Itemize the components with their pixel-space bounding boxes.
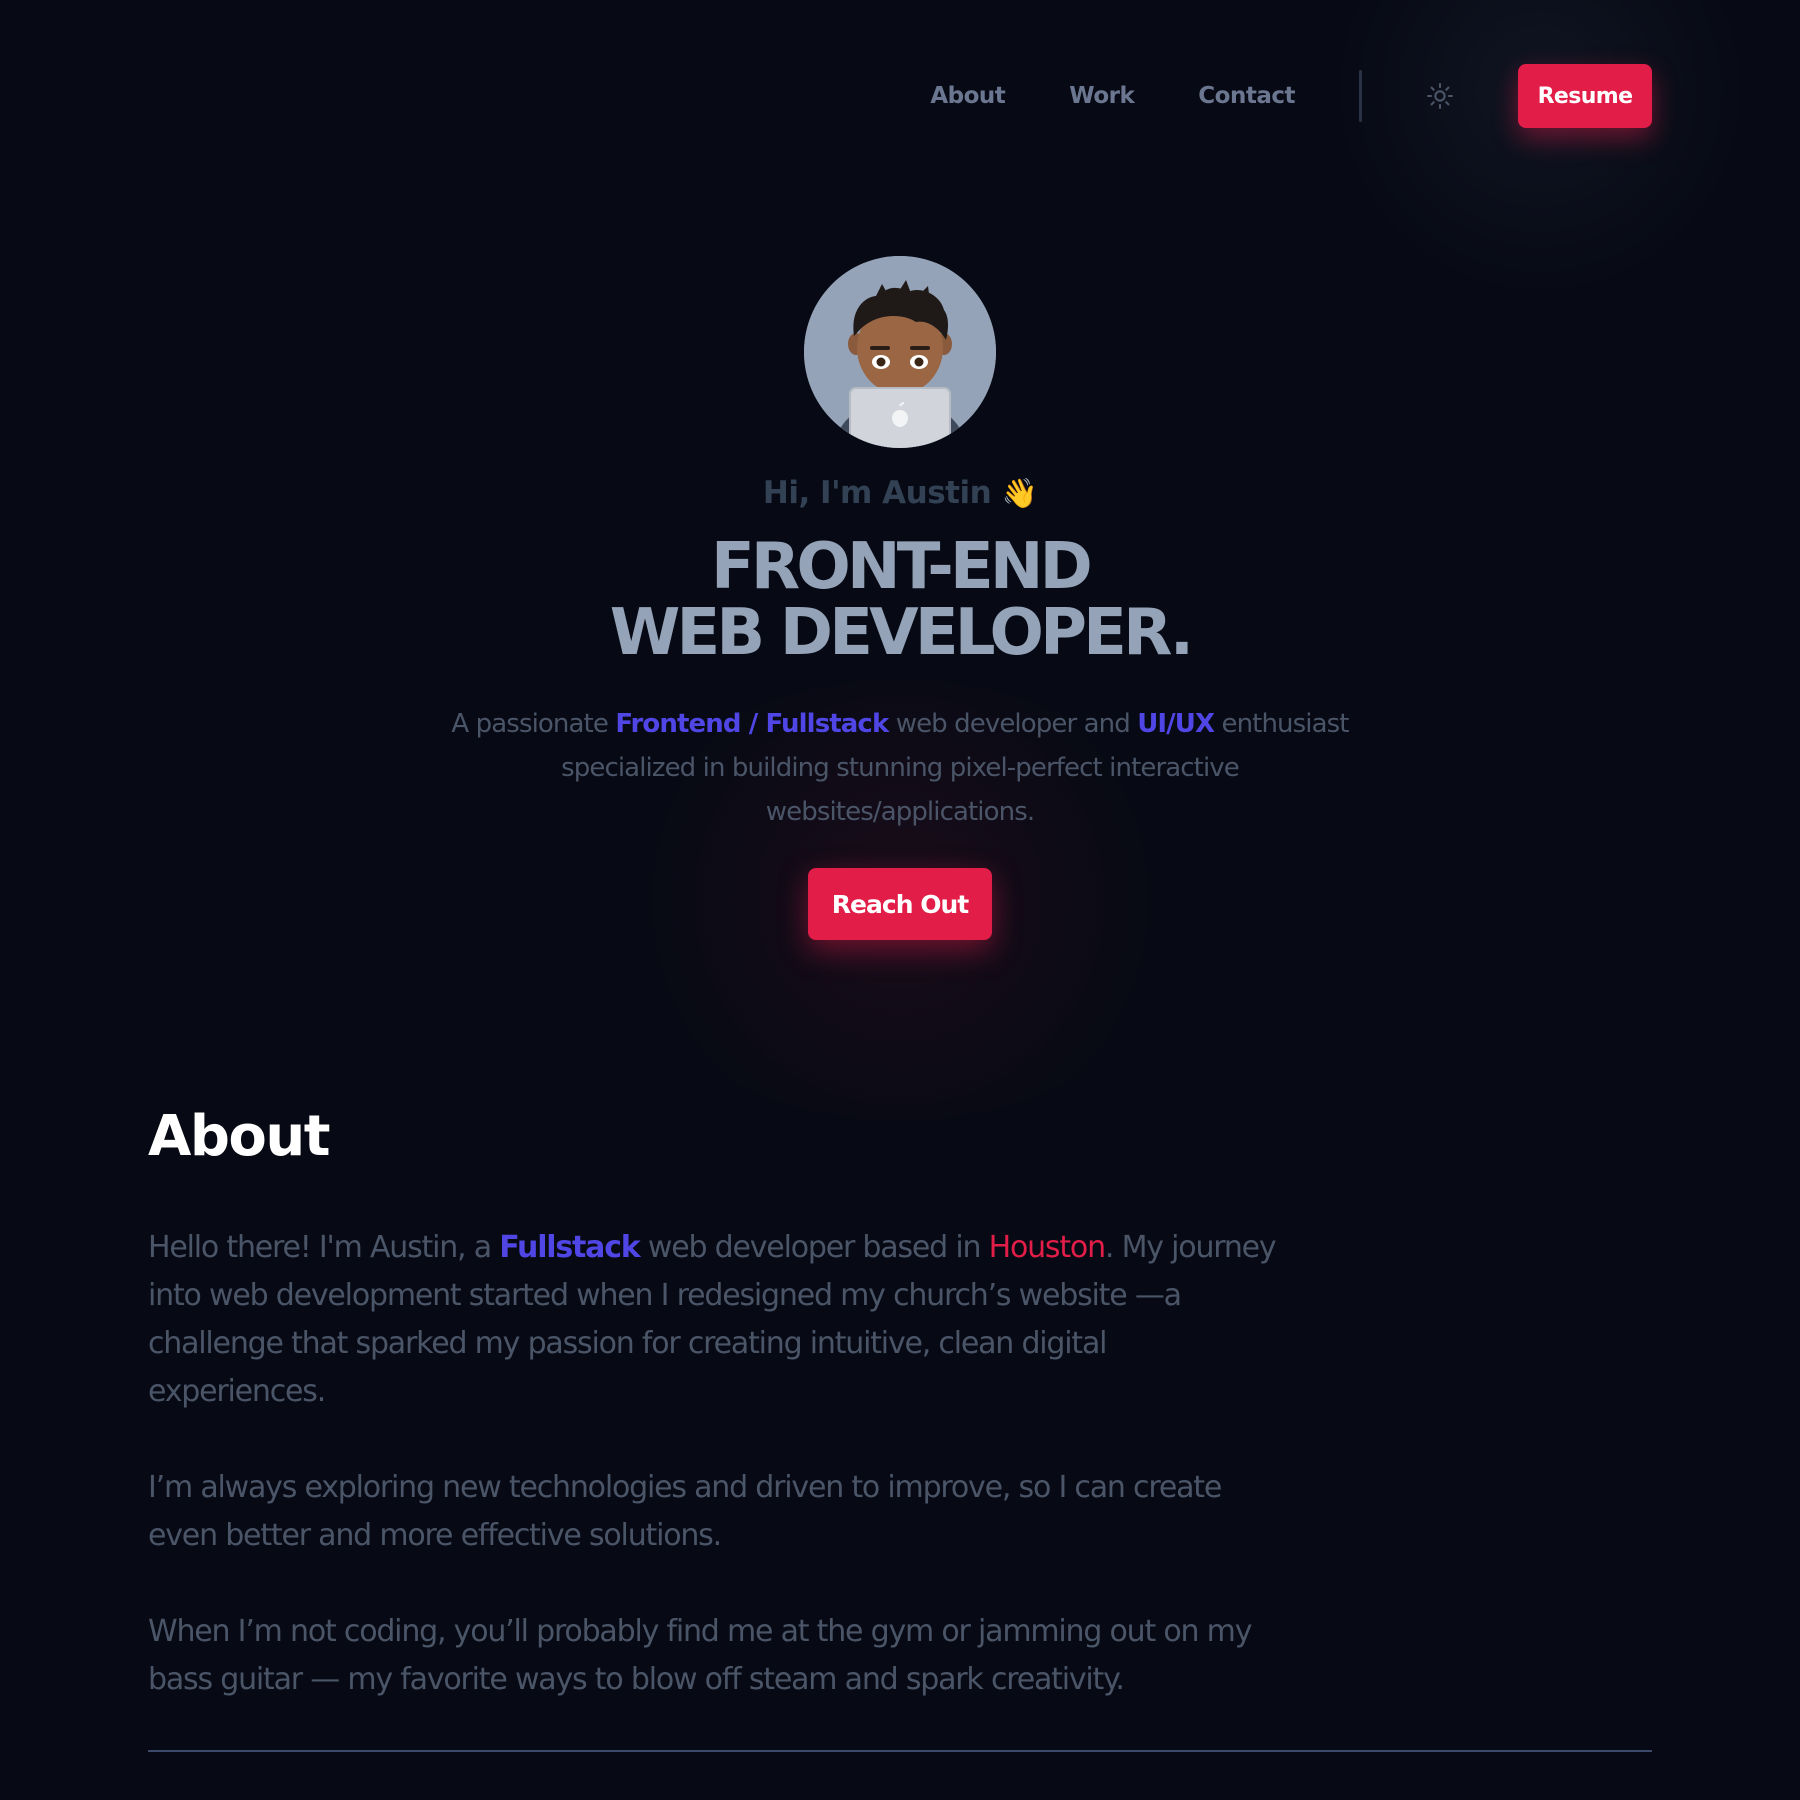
nav-link-about[interactable]: About xyxy=(930,83,1005,109)
hero-headline: FRONT-END WEB DEVELOPER. xyxy=(0,534,1800,666)
top-navigation: About Work Contact Resume xyxy=(930,64,1652,128)
headline-line-2: WEB DEVELOPER. xyxy=(609,596,1194,670)
sun-icon xyxy=(1427,83,1453,109)
section-divider xyxy=(148,1750,1652,1752)
about-paragraph-2: I’m always exploring new technologies an… xyxy=(148,1470,1222,1553)
about-section: About Hello there! I'm Austin, a Fullsta… xyxy=(148,1100,1652,1752)
waving-hand-icon: 👋 xyxy=(1001,476,1038,510)
hero-tagline: A passionate Frontend / Fullstack web de… xyxy=(430,702,1370,834)
theme-toggle-button[interactable] xyxy=(1426,82,1454,110)
greeting-text: Hi, I'm Austin xyxy=(762,475,992,511)
memoji-avatar-icon xyxy=(804,256,996,448)
about-highlight-fullstack: Fullstack xyxy=(499,1230,641,1265)
about-paragraph-1: Hello there! I'm Austin, a Fullstack web… xyxy=(148,1224,1278,1416)
about-paragraph-3: When I’m not coding, you’ll probably fin… xyxy=(148,1614,1252,1697)
about-heading: About xyxy=(148,1104,331,1169)
page: About Work Contact Resume Hi, I'm Austin… xyxy=(0,0,1800,1800)
hero-section: Hi, I'm Austin 👋 FRONT-END WEB DEVELOPER… xyxy=(0,256,1800,940)
nav-link-contact[interactable]: Contact xyxy=(1198,83,1295,109)
nav-link-work[interactable]: Work xyxy=(1069,83,1135,109)
tagline-highlight-uiux: UI/UX xyxy=(1137,709,1215,739)
reach-out-button[interactable]: Reach Out xyxy=(808,868,992,940)
hero-greeting: Hi, I'm Austin 👋 xyxy=(0,474,1800,512)
tagline-text-1: A passionate xyxy=(451,709,616,739)
about-highlight-houston: Houston xyxy=(988,1230,1106,1265)
about-body: Hello there! I'm Austin, a Fullstack web… xyxy=(148,1224,1278,1704)
avatar xyxy=(804,256,996,448)
about-p1-text-1: Hello there! I'm Austin, a xyxy=(148,1230,500,1265)
tagline-highlight-frontend-fullstack: Frontend / Fullstack xyxy=(615,709,889,739)
tagline-text-2: web developer and xyxy=(888,709,1138,739)
nav-divider xyxy=(1359,70,1362,122)
resume-button[interactable]: Resume xyxy=(1518,64,1652,128)
about-p1-text-2: web developer based in xyxy=(639,1230,989,1265)
background-glow-top xyxy=(1330,0,1750,300)
headline-line-1: FRONT-END xyxy=(711,530,1093,604)
